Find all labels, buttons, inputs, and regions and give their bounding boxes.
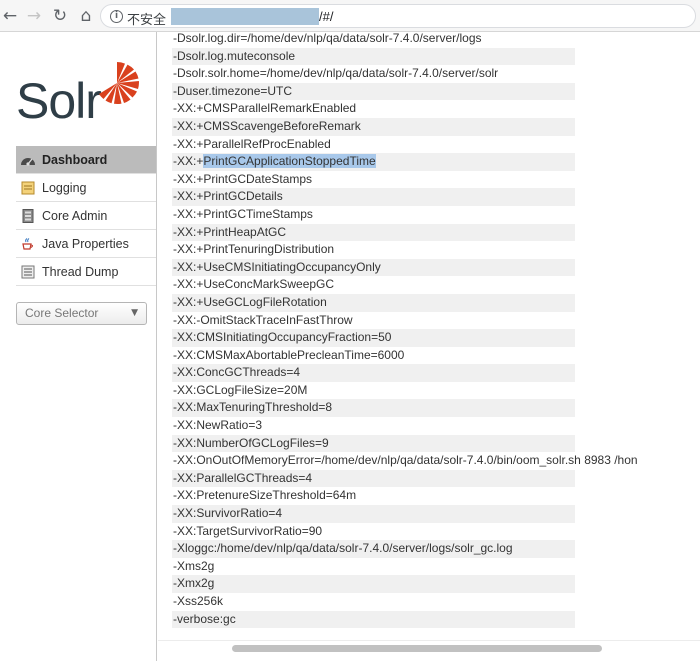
jvm-arg-row: -XX:NewRatio=3 bbox=[173, 418, 263, 433]
jvm-arg-row: -XX:ConcGCThreads=4 bbox=[172, 364, 575, 382]
jvm-arg-row: -Dsolr.solr.home=/home/dev/nlp/qa/data/s… bbox=[173, 66, 499, 81]
jvm-arg-row: -XX:CMSMaxAbortablePrecleanTime=6000 bbox=[173, 347, 405, 362]
jvm-arg-row: -XX:-OmitStackTraceInFastThrow bbox=[173, 312, 353, 327]
jvm-arg-row: -XX:CMSInitiatingOccupancyFraction=50 bbox=[172, 329, 575, 347]
jvm-arg-row: -Duser.timezone=UTC bbox=[172, 82, 575, 101]
jvm-arg-row: -XX:+UseGCLogFileRotation bbox=[172, 293, 575, 312]
jvm-arg-row: -XX:OnOutOfMemoryError=/home/dev/nlp/qa/… bbox=[173, 453, 638, 468]
jvm-arg-row: -XX:+UseConcMarkSweepGC bbox=[173, 277, 335, 292]
jvm-arg-row: -Dsolr.log.dir=/home/dev/nlp/qa/data/sol… bbox=[173, 32, 482, 45]
horizontal-scrollbar[interactable] bbox=[158, 640, 700, 654]
jvm-arg-row: -XX:MaxTenuringThreshold=8 bbox=[172, 399, 575, 418]
sidebar-item-dashboard[interactable]: Dashboard bbox=[16, 146, 156, 174]
logo-wordmark: Solr bbox=[16, 73, 102, 129]
solr-logo[interactable]: Solr bbox=[14, 60, 144, 130]
solr-sun-icon bbox=[99, 62, 139, 105]
sidebar-item-java-properties[interactable]: Java Properties bbox=[16, 230, 156, 258]
insecure-label: 不安全 bbox=[127, 13, 167, 28]
jvm-arg-row: -XX:+PrintGCDetails bbox=[172, 188, 575, 206]
jvm-arg-row: -XX:+ParallelRefProcEnabled bbox=[173, 136, 331, 151]
sidebar-item-thread-dump[interactable]: Thread Dump bbox=[16, 258, 156, 286]
jvm-arg-row: -Xloggc:/home/dev/nlp/qa/data/solr-7.4.0… bbox=[172, 540, 575, 558]
java-icon bbox=[20, 237, 36, 251]
scrollbar-thumb[interactable] bbox=[232, 645, 602, 652]
jvm-args-panel: -Dsolr.log.dir=/home/dev/nlp/qa/data/sol… bbox=[158, 32, 700, 661]
core-selector-label: Core Selector bbox=[25, 306, 99, 320]
jvm-arg-row: -XX:+PrintGCApplicationStoppedTime bbox=[172, 153, 575, 171]
sidebar-item-label: Thread Dump bbox=[42, 264, 119, 279]
jvm-arg-row: -XX:NumberOfGCLogFiles=9 bbox=[172, 434, 575, 453]
thread-dump-icon bbox=[20, 265, 36, 279]
forward-arrow-icon[interactable]: → bbox=[24, 6, 44, 26]
core-admin-icon bbox=[20, 208, 36, 223]
reload-icon[interactable]: ↻ bbox=[50, 6, 70, 26]
sidebar-item-label: Logging bbox=[42, 180, 87, 195]
jvm-arg-row: -XX:TargetSurvivorRatio=90 bbox=[173, 523, 323, 538]
jvm-arg-row: -XX:+PrintGCDateStamps bbox=[173, 171, 313, 186]
chevron-down-icon: ▼ bbox=[131, 308, 138, 318]
sidebar-item-label: Java Properties bbox=[42, 236, 129, 251]
core-selector-dropdown[interactable]: Core Selector ▼ bbox=[16, 302, 147, 325]
jvm-arg-row: -XX:+UseCMSInitiatingOccupancyOnly bbox=[172, 258, 575, 277]
jvm-arg-prefix: -XX:+ bbox=[173, 154, 204, 169]
sidebar-item-logging[interactable]: Logging bbox=[16, 174, 156, 202]
logging-icon bbox=[20, 181, 36, 195]
jvm-args-list: -Dsolr.log.dir=/home/dev/nlp/qa/data/sol… bbox=[172, 32, 638, 629]
sidebar-nav: Dashboard Logging Core Admin Java Proper… bbox=[16, 146, 156, 286]
home-icon[interactable]: ⌂ bbox=[76, 6, 96, 26]
jvm-arg-row: -verbose:gc bbox=[172, 610, 575, 629]
dashboard-icon bbox=[20, 153, 36, 167]
sidebar-item-label: Dashboard bbox=[42, 152, 108, 167]
back-arrow-icon[interactable]: ← bbox=[0, 6, 20, 26]
address-bar[interactable]: i 不安全 /#/ bbox=[100, 4, 696, 28]
redacted-url bbox=[171, 8, 319, 25]
jvm-arg-row: -XX:GCLogFileSize=20M bbox=[173, 382, 308, 397]
jvm-arg-row: -XX:SurvivorRatio=4 bbox=[172, 505, 575, 523]
jvm-arg-row: -XX:+PrintGCTimeStamps bbox=[173, 206, 313, 221]
url-text: /#/ bbox=[319, 9, 334, 24]
jvm-arg-row: -XX:PretenureSizeThreshold=64m bbox=[173, 488, 357, 503]
jvm-arg-row: -Dsolr.log.muteconsole bbox=[172, 47, 575, 66]
selected-text: PrintGCApplicationStoppedTime bbox=[203, 154, 376, 169]
sidebar: Solr Dashboard Logging Core Admin Java P… bbox=[0, 32, 157, 661]
browser-toolbar: ← → ↻ ⌂ i 不安全 /#/ bbox=[0, 0, 700, 32]
jvm-arg-row: -XX:+CMSScavengeBeforeRemark bbox=[172, 117, 575, 136]
info-icon[interactable]: i bbox=[110, 10, 123, 23]
jvm-arg-row: -Xss256k bbox=[173, 594, 224, 608]
jvm-arg-row: -XX:ParallelGCThreads=4 bbox=[172, 469, 575, 488]
jvm-arg-row: -XX:+PrintHeapAtGC bbox=[172, 223, 575, 242]
jvm-arg-row: -Xmx2g bbox=[172, 575, 575, 593]
sidebar-item-label: Core Admin bbox=[42, 208, 108, 223]
sidebar-item-core-admin[interactable]: Core Admin bbox=[16, 202, 156, 230]
jvm-arg-row: -Xms2g bbox=[173, 558, 215, 573]
jvm-arg-row: -XX:+CMSParallelRemarkEnabled bbox=[173, 101, 357, 116]
jvm-arg-row: -XX:+PrintTenuringDistribution bbox=[173, 242, 335, 257]
